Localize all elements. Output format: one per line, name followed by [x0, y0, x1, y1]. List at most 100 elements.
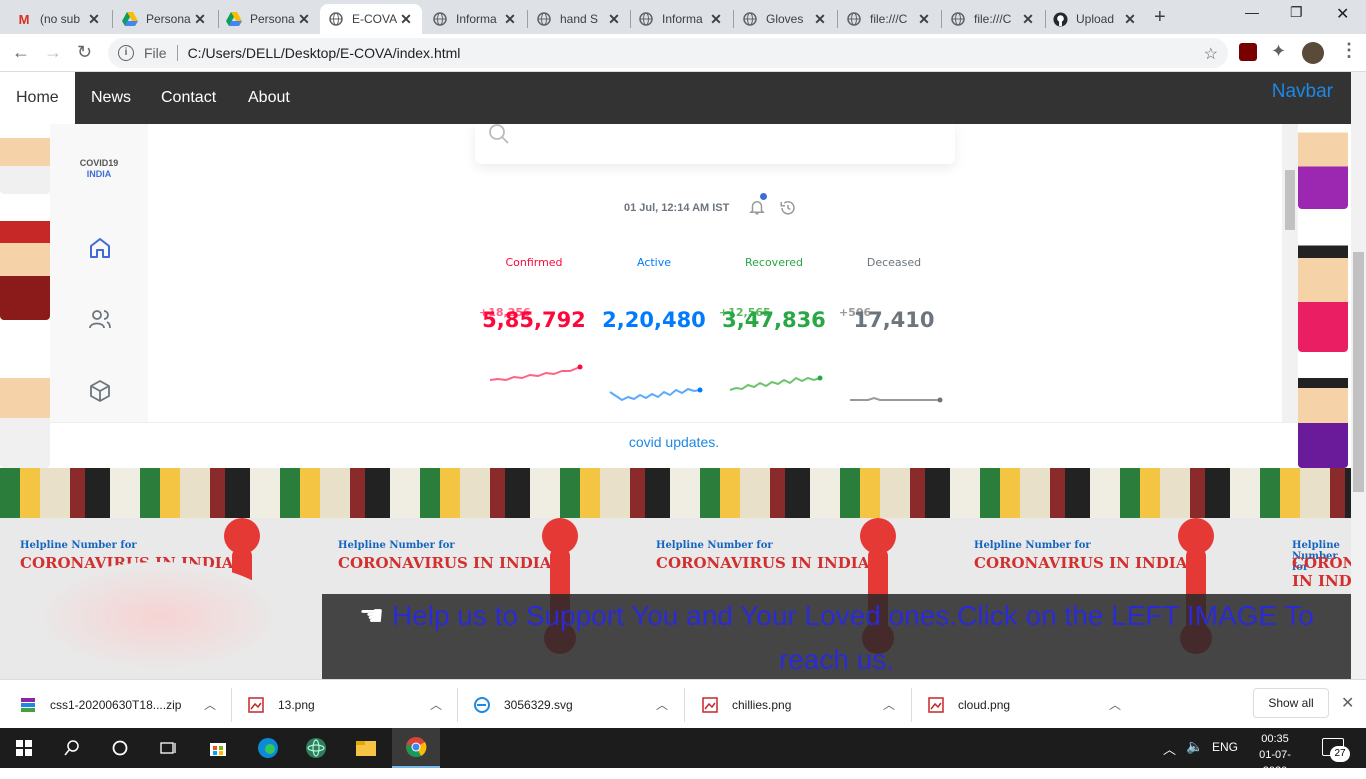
url-text[interactable]: C:/Users/DELL/Desktop/E-COVA/index.html — [188, 45, 461, 61]
stat-value: 2,20,480 — [602, 308, 706, 332]
close-tab-icon[interactable]: ✕ — [1122, 11, 1138, 27]
tab-hand[interactable]: hand S ✕ — [528, 4, 630, 34]
tab-e-cova[interactable]: E-COVA ✕ — [320, 4, 422, 34]
tracker-logo[interactable]: COVID19 INDIA — [50, 158, 148, 180]
extensions-puzzle-icon[interactable]: ✦ — [1271, 41, 1286, 62]
page-viewport: Home News Contact About Navbar COVID19 I… — [0, 72, 1351, 679]
package-icon[interactable] — [88, 379, 112, 403]
new-tab-icon[interactable]: + — [1154, 6, 1166, 29]
reload-icon[interactable]: ↻ — [77, 42, 92, 63]
download-item[interactable]: chillies.png ︿ — [702, 680, 895, 729]
show-all-button[interactable]: Show all — [1253, 688, 1329, 718]
tab-file-1[interactable]: file:///C ✕ — [838, 4, 940, 34]
atom-app-icon[interactable] — [292, 728, 340, 768]
chevron-up-icon[interactable]: ︿ — [656, 696, 668, 713]
download-item[interactable]: 13.png ︿ — [248, 680, 442, 729]
close-tab-icon[interactable]: ✕ — [296, 11, 312, 27]
tab-upload[interactable]: Upload ✕ — [1044, 4, 1146, 34]
users-icon[interactable] — [88, 307, 112, 331]
chevron-up-icon[interactable]: ︿ — [204, 696, 216, 713]
pointing-hand-icon: ☚ — [359, 600, 392, 631]
close-tab-icon[interactable]: ✕ — [502, 11, 518, 27]
globe-icon — [638, 11, 654, 27]
bell-icon[interactable] — [748, 198, 766, 216]
clock-date: 01-07-2020 — [1259, 749, 1291, 777]
chevron-up-icon[interactable]: ︿ — [430, 696, 442, 713]
home-icon[interactable] — [88, 236, 112, 260]
close-tab-icon[interactable]: ✕ — [192, 11, 208, 27]
helpline-image-left[interactable]: Helpline Number for CORONAVIRUS IN INDIA — [0, 518, 318, 679]
close-tab-icon[interactable]: ✕ — [1020, 11, 1036, 27]
close-tab-icon[interactable]: ✕ — [86, 11, 102, 27]
site-navbar: Home News Contact About Navbar — [0, 72, 1351, 124]
tab-file-2[interactable]: file:///C ✕ — [942, 4, 1044, 34]
tracker-sidebar: COVID19 INDIA — [50, 124, 148, 422]
store-icon[interactable] — [194, 728, 242, 768]
navbar-brand[interactable]: Navbar — [1272, 72, 1333, 112]
download-item[interactable]: css1-20200630T18....zip ︿ — [20, 680, 216, 729]
volume-icon[interactable]: 🔈 — [1186, 738, 1203, 755]
edge-browser-icon[interactable] — [244, 728, 292, 768]
chevron-up-icon[interactable]: ︿ — [883, 696, 895, 713]
tab-title: Informa — [662, 12, 703, 26]
tab-title: Upload — [1076, 12, 1115, 26]
nav-contact[interactable]: Contact — [145, 72, 232, 124]
search-box[interactable] — [475, 124, 955, 164]
covid-updates-link[interactable]: covid updates. — [50, 422, 1298, 468]
nav-about[interactable]: About — [232, 72, 306, 124]
cartoon-avatar — [0, 368, 50, 468]
close-tab-icon[interactable]: ✕ — [708, 11, 724, 27]
maximize-icon[interactable]: ❐ — [1290, 4, 1303, 21]
info-icon[interactable]: i — [118, 45, 134, 61]
windows-start-icon[interactable] — [0, 728, 48, 768]
download-item[interactable]: 3056329.svg ︿ — [474, 680, 668, 729]
page-scrollbar[interactable] — [1351, 72, 1366, 679]
close-tab-icon[interactable]: ✕ — [916, 11, 932, 27]
globe-icon — [328, 11, 344, 27]
nav-news[interactable]: News — [75, 72, 147, 124]
history-icon[interactable] — [779, 199, 797, 217]
address-bar[interactable]: i File C:/Users/DELL/Desktop/E-COVA/inde… — [108, 38, 1228, 68]
tab-title: file:///C — [974, 12, 1012, 26]
close-tab-icon[interactable]: ✕ — [812, 11, 828, 27]
tab-drive-2[interactable]: Persona ✕ — [218, 4, 320, 34]
tab-informa-2[interactable]: Informa ✕ — [630, 4, 732, 34]
bookmark-star-icon[interactable]: ☆ — [1204, 44, 1218, 64]
frame-scrollbar[interactable] — [1282, 124, 1298, 422]
cortana-icon[interactable] — [96, 728, 144, 768]
tab-title: Gloves — [766, 12, 804, 26]
profile-avatar[interactable] — [1302, 42, 1324, 64]
hero-banner: Home News Contact About Navbar COVID19 I… — [0, 72, 1351, 518]
language-indicator[interactable]: ENG — [1212, 740, 1238, 754]
search-icon[interactable] — [48, 728, 96, 768]
clock-time: 00:35 — [1261, 733, 1289, 745]
ublock-extension-icon[interactable] — [1239, 43, 1257, 61]
system-clock[interactable]: 00:35 01-07-2020 — [1250, 731, 1300, 779]
close-tab-icon[interactable]: ✕ — [606, 11, 622, 27]
download-filename: 13.png — [278, 697, 315, 712]
notification-count-badge: 27 — [1330, 746, 1350, 762]
cartoon-avatar — [0, 210, 50, 320]
nav-home[interactable]: Home — [0, 72, 75, 124]
forward-icon[interactable]: → — [44, 42, 62, 63]
tab-drive-1[interactable]: Persona ✕ — [114, 4, 216, 34]
deceased-sparkline — [850, 396, 943, 403]
chrome-taskbar-icon[interactable] — [392, 728, 440, 768]
task-view-icon[interactable] — [144, 728, 192, 768]
close-tab-icon[interactable]: ✕ — [398, 11, 414, 27]
menu-kebab-icon[interactable]: ⋮ — [1340, 40, 1358, 61]
tab-gloves[interactable]: Gloves ✕ — [734, 4, 836, 34]
download-item[interactable]: cloud.png ︿ — [928, 680, 1121, 729]
back-icon[interactable]: ← — [12, 42, 30, 63]
helpline-title-small: Helpline Number for — [974, 540, 1091, 551]
close-window-icon[interactable]: ✕ — [1336, 4, 1349, 24]
file-explorer-icon[interactable] — [342, 728, 390, 768]
minimize-icon[interactable]: — — [1245, 4, 1259, 20]
download-filename: css1-20200630T18....zip — [50, 697, 182, 712]
chevron-up-icon[interactable]: ︿ — [1109, 696, 1121, 713]
tab-informa-1[interactable]: Informa ✕ — [424, 4, 526, 34]
tab-gmail[interactable]: M (no sub ✕ — [8, 4, 110, 34]
globe-icon — [432, 11, 448, 27]
close-downloads-icon[interactable]: ✕ — [1341, 693, 1354, 713]
tray-chevron-up-icon[interactable]: ︿ — [1163, 739, 1176, 758]
